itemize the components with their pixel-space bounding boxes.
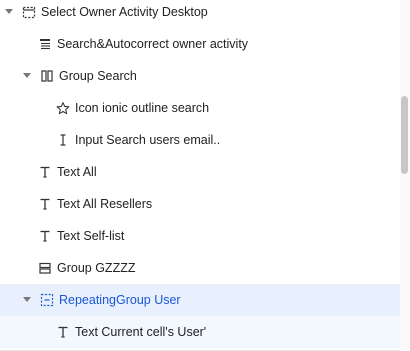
tree-item-repeatinggroup-user[interactable]: RepeatingGroup User	[0, 284, 400, 316]
tree-item-group-search[interactable]: Group Search	[0, 60, 400, 92]
tree-item-input-search-users-email[interactable]: Input Search users email..	[0, 124, 400, 156]
scrollbar-thumb[interactable]	[401, 96, 408, 174]
tree-item-label: Icon ionic outline search	[75, 101, 210, 115]
tree-item-label: Search&Autocorrect owner activity	[57, 37, 249, 51]
star-outline-icon	[56, 101, 70, 115]
tree-item-label: Text All	[57, 165, 97, 179]
caret-down-icon[interactable]	[22, 295, 32, 305]
row-group-icon	[38, 261, 52, 275]
caret-down-icon[interactable]	[22, 71, 32, 81]
scrollbar-track[interactable]	[400, 0, 410, 351]
tree-item-search-autocorrect[interactable]: Search&Autocorrect owner activity	[0, 28, 400, 60]
text-t-icon	[56, 325, 70, 339]
tree-item-label: Group Search	[59, 69, 137, 83]
tree-item-text-all-resellers[interactable]: Text All Resellers	[0, 188, 400, 220]
caret-down-icon[interactable]	[4, 7, 14, 17]
repeating-group-icon	[40, 293, 54, 307]
tree-item-text-current-cells-user[interactable]: Text Current cell's User'	[0, 316, 400, 348]
tree-item-text-self-list[interactable]: Text Self-list	[0, 220, 400, 252]
popup-dashed-icon	[22, 5, 36, 19]
text-t-icon	[38, 229, 52, 243]
list-element-icon	[38, 37, 52, 51]
tree-item-label: Text Current cell's User'	[75, 325, 207, 339]
tree-item-label: RepeatingGroup User	[59, 293, 181, 307]
tree-item-group-gzzzz[interactable]: Group GZZZZ	[0, 252, 400, 284]
text-cursor-icon	[56, 133, 70, 147]
tree-item-label: Group GZZZZ	[57, 261, 136, 275]
tree-item-text-all[interactable]: Text All	[0, 156, 400, 188]
element-tree: Select Owner Activity Desktop Search&Aut…	[0, 0, 400, 351]
tree-item-label: Text All Resellers	[57, 197, 153, 211]
tree-item-icon-ionic-outline-search[interactable]: Icon ionic outline search	[0, 92, 400, 124]
column-group-icon	[40, 69, 54, 83]
tree-item-label: Select Owner Activity Desktop	[41, 5, 208, 19]
tree-item-label: Text Self-list	[57, 229, 125, 243]
text-t-icon	[38, 197, 52, 211]
tree-item-select-owner-activity-desktop[interactable]: Select Owner Activity Desktop	[0, 0, 400, 28]
text-t-icon	[38, 165, 52, 179]
tree-item-label: Input Search users email..	[75, 133, 221, 147]
